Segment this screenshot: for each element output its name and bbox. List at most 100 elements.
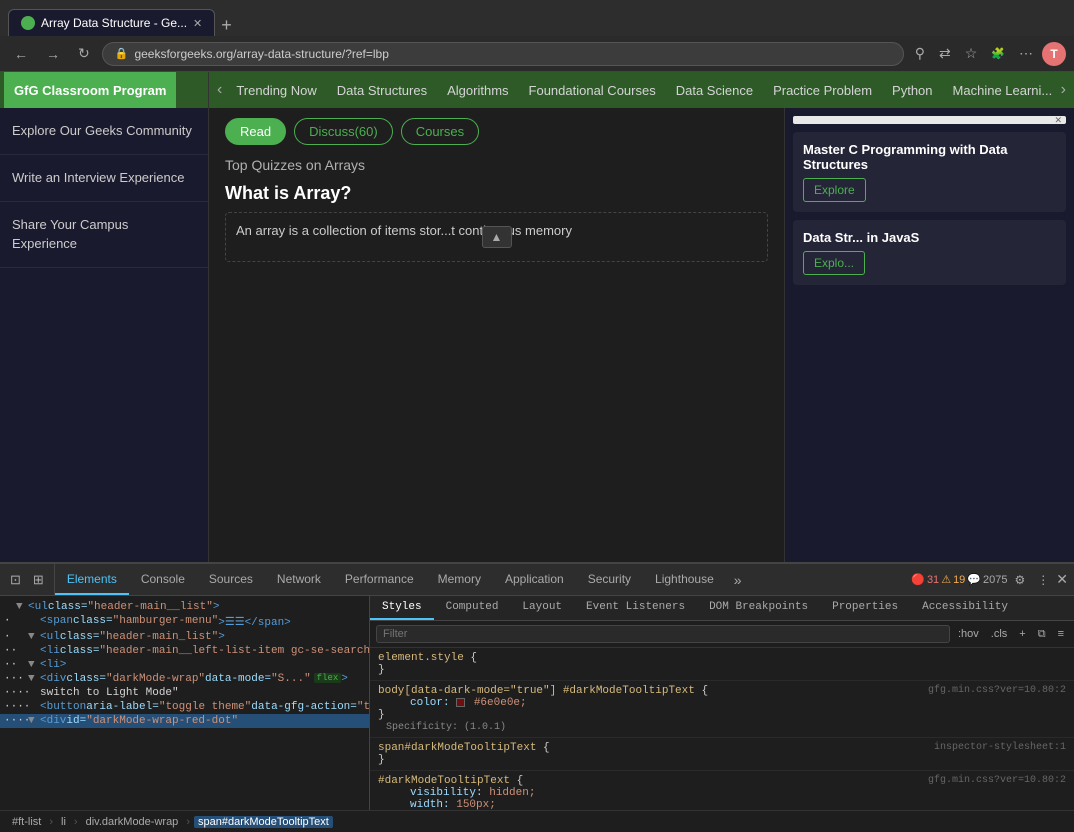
url-bar[interactable]: 🔒 geeksforgeeks.org/array-data-structure… (102, 42, 904, 66)
url-lock-icon: 🔒 (115, 47, 129, 60)
extensions-btn[interactable]: 🧩 (986, 44, 1010, 63)
article-area: Read Discuss(60) Courses Top Quizzes on … (209, 108, 784, 562)
info-icon: 💬 (967, 573, 981, 586)
nav-item-datascience[interactable]: Data Science (666, 72, 763, 108)
elem-line-6[interactable]: ··· ▼ <div class="darkMode-wrap" data-mo… (0, 672, 369, 686)
tab-close-btn[interactable]: ✕ (193, 17, 202, 30)
filter-copy-btn[interactable]: ⧉ (1034, 627, 1050, 642)
nav-item-ml[interactable]: Machine Learni... (943, 72, 1057, 108)
elem-line-2[interactable]: · <span class="hamburger-menu">☰☰</span> (0, 614, 369, 630)
sidebar-item-campus[interactable]: Share Your Campus Experience (0, 202, 208, 267)
css-source-2: inspector-stylesheet:1 (934, 742, 1066, 753)
devtools-inspect-btn[interactable]: ⊞ (29, 570, 48, 590)
nav-brand[interactable]: GfG Classroom Program (4, 72, 176, 108)
breadcrumb-tooltip-text[interactable]: span#darkModeTooltipText (194, 816, 333, 828)
nav-item-python[interactable]: Python (882, 72, 942, 108)
tab-sources[interactable]: Sources (197, 564, 265, 595)
tab-title: Array Data Structure - Ge... (41, 16, 187, 30)
breadcrumb-ft-list[interactable]: #ft-list (8, 816, 45, 828)
back-btn[interactable]: ← (8, 42, 34, 66)
nav-item-datastructures[interactable]: Data Structures (327, 72, 437, 108)
breadcrumb-li[interactable]: li (57, 816, 70, 828)
tab-lighthouse[interactable]: Lighthouse (643, 564, 726, 595)
avatar[interactable]: T (1042, 42, 1066, 66)
elem-line-8[interactable]: ···· <button aria-label="toggle theme" d… (0, 700, 369, 714)
nav-right-arrow[interactable]: › (1057, 75, 1070, 105)
elem-line-4[interactable]: ·· <li class="header-main__left-list-ite… (0, 644, 369, 658)
nav-item-foundational[interactable]: Foundational Courses (519, 72, 666, 108)
forward-btn[interactable]: → (40, 42, 66, 66)
elem-line-1[interactable]: ▼ <ul class="header-main__list"> (0, 600, 369, 614)
info-count: 2075 (983, 574, 1007, 586)
read-btn[interactable]: Read (225, 118, 286, 145)
article-body: An array is a collection of items stor..… (225, 212, 768, 262)
error-icon: 🔴 (911, 573, 925, 586)
courses-btn[interactable]: Courses (401, 118, 479, 145)
breadcrumb: #ft-list › li › div.darkMode-wrap › span… (8, 816, 333, 828)
card-1-explore-btn[interactable]: Explore (803, 178, 866, 202)
css-rule-tooltip: gfg.min.css?ver=10.80:2 #darkModeTooltip… (370, 771, 1074, 810)
nav-item-practice[interactable]: Practice Problem (763, 72, 882, 108)
article-actions: Read Discuss(60) Courses (225, 118, 768, 145)
filter-actions: :hov .cls + ⧉ ≡ (954, 627, 1068, 642)
color-swatch-1 (456, 698, 465, 707)
tab-elements[interactable]: Elements (55, 564, 129, 595)
right-panel: ✕ Master C Programming with Data Structu… (784, 108, 1074, 562)
card-2-explore-btn[interactable]: Explo... (803, 251, 865, 275)
devtools-more-tabs-btn[interactable]: » (726, 564, 750, 595)
css-rule-element-style: element.style { } (370, 648, 1074, 681)
ad-banner-top: ✕ (793, 116, 1066, 124)
active-tab[interactable]: Array Data Structure - Ge... ✕ (8, 9, 215, 36)
nav-item-trending[interactable]: Trending Now (226, 72, 326, 108)
browser-controls: ← → ↻ 🔒 geeksforgeeks.org/array-data-str… (0, 36, 1074, 72)
devtools-icons: ⊡ ⊞ (0, 564, 55, 595)
scroll-up-btn[interactable]: ▲ (482, 226, 512, 248)
devtools-tabs: Elements Console Sources Network Perform… (55, 564, 905, 595)
bookmark-btn[interactable]: ☆ (960, 42, 983, 65)
tab-memory[interactable]: Memory (426, 564, 493, 595)
tab-favicon (21, 16, 35, 30)
elements-panel: ▼ <ul class="header-main__list"> · <span… (0, 596, 370, 810)
breadcrumb-darkmode-wrap[interactable]: div.darkMode-wrap (82, 816, 183, 828)
tab-security[interactable]: Security (576, 564, 643, 595)
devtools-close-btn[interactable]: ✕ (1056, 571, 1068, 588)
css-specificity-1: Specificity: (1.0.1) (378, 722, 506, 733)
devtools-more-btn[interactable]: ⋮ (1032, 570, 1054, 590)
css-source-1: gfg.min.css?ver=10.80:2 (928, 685, 1066, 696)
tab-application[interactable]: Application (493, 564, 576, 595)
devtools: ⊡ ⊞ Elements Console Sources Network Per… (0, 562, 1074, 832)
error-count: 31 (927, 574, 939, 586)
elem-line-7[interactable]: ···· switch to Light Mode" (0, 686, 369, 700)
sidebar-item-interview[interactable]: Write an Interview Experience (0, 155, 208, 202)
share-btn[interactable]: ⇄ (934, 42, 956, 65)
menu-btn[interactable]: ⋯ (1014, 42, 1038, 65)
discuss-btn[interactable]: Discuss(60) (294, 118, 393, 145)
article-subtitle: Top Quizzes on Arrays (225, 157, 768, 173)
nav-left-arrow[interactable]: ‹ (213, 75, 226, 105)
tab-performance[interactable]: Performance (333, 564, 426, 595)
filter-input[interactable] (376, 625, 950, 643)
filter-cls-btn[interactable]: .cls (987, 627, 1012, 642)
elem-line-9[interactable]: ···· ▼ <div id="darkMode-wrap-red-dot" (0, 714, 369, 728)
browser-actions: ⚲ ⇄ ☆ 🧩 ⋯ T (910, 42, 1066, 66)
ad-x[interactable]: ✕ (1054, 115, 1062, 126)
sidebar: GfG Classroom Program Explore Our Geeks … (0, 72, 209, 562)
devtools-pointer-btn[interactable]: ⊡ (6, 570, 25, 590)
new-tab-btn[interactable]: + (215, 15, 238, 36)
css-source-3: gfg.min.css?ver=10.80:2 (928, 775, 1066, 786)
sidebar-item-community[interactable]: Explore Our Geeks Community (0, 108, 208, 155)
filter-hov-btn[interactable]: :hov (954, 627, 983, 642)
elem-line-5[interactable]: ·· ▼ <li> (0, 658, 369, 672)
nav-item-algorithms[interactable]: Algorithms (437, 72, 518, 108)
tab-network[interactable]: Network (265, 564, 333, 595)
search-btn[interactable]: ⚲ (910, 42, 930, 65)
css-brace-open: { (470, 652, 477, 664)
css-selector: element.style (378, 652, 470, 664)
filter-more-btn[interactable]: ≡ (1054, 627, 1068, 642)
elem-line-3[interactable]: · ▼ <ul class="header-main_list"> (0, 630, 369, 644)
reload-btn[interactable]: ↻ (72, 41, 96, 66)
tab-console[interactable]: Console (129, 564, 197, 595)
filter-add-btn[interactable]: + (1015, 627, 1029, 642)
devtools-settings-btn[interactable]: ⚙ (1010, 570, 1031, 590)
top-nav: ‹ Trending Now Data Structures Algorithm… (209, 72, 1074, 108)
